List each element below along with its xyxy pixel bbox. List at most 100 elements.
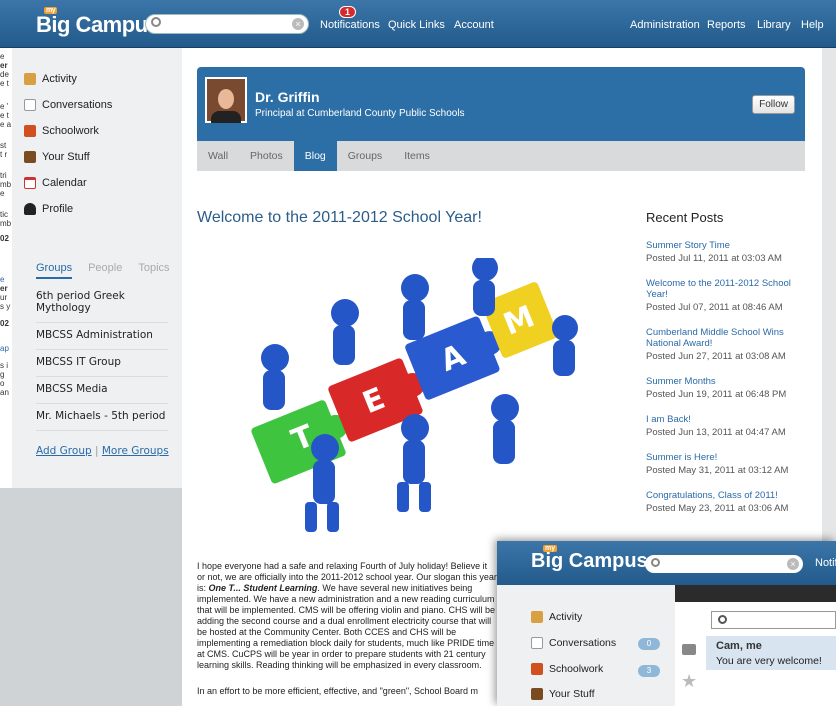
sidebar-item-profile[interactable]: Profile xyxy=(24,196,112,222)
tab-wall[interactable]: Wall xyxy=(197,141,239,171)
conversation-item[interactable]: Cam, me You are very welcome! xyxy=(706,636,836,670)
list-item: Welcome to the 2011-2012 School Year! Pos… xyxy=(646,278,798,313)
nav-library[interactable]: Library xyxy=(757,19,791,31)
recent-post-date: Posted May 23, 2011 at 03:06 AM xyxy=(646,503,789,514)
nav-help[interactable]: Help xyxy=(801,19,824,31)
conversation-participants: Cam, me xyxy=(716,640,762,652)
list-item: Summer Story Time Posted Jul 11, 2011 at … xyxy=(646,240,798,264)
briefcase-icon xyxy=(531,688,543,700)
sidebar-item-your-stuff[interactable]: Your Stuff xyxy=(531,688,595,700)
tab-items[interactable]: Items xyxy=(393,141,441,171)
big-campus-logo[interactable]: my Big Campus xyxy=(36,7,160,38)
nav-administration[interactable]: Administration xyxy=(630,19,700,31)
nav-reports[interactable]: Reports xyxy=(707,19,746,31)
search-input[interactable]: × xyxy=(645,555,803,573)
group-item[interactable]: 6th period Greek Mythology xyxy=(36,284,168,323)
list-item: Cumberland Middle School Wins National A… xyxy=(646,327,798,362)
nav-quick-links[interactable]: Quick Links xyxy=(388,19,445,31)
background-window-fragment: e er de e t e ' e te a st t r tri mb e tic mb 02… xyxy=(0,48,12,488)
recent-post-date: Posted May 31, 2011 at 03:12 AM xyxy=(646,465,789,476)
group-links: Add Group | More Groups xyxy=(36,445,169,457)
conversation-search-input[interactable] xyxy=(711,611,836,629)
big-campus-logo[interactable]: my Big Campus xyxy=(531,545,648,573)
recent-post-link[interactable]: I am Back! xyxy=(646,414,798,425)
sidebar-item-your-stuff[interactable]: Your Stuff xyxy=(24,144,112,170)
profile-title: Principal at Cumberland County Public Sc… xyxy=(255,108,465,119)
recent-posts-heading: Recent Posts xyxy=(646,210,724,225)
post-body-paragraph: In an effort to be more efficient, effec… xyxy=(197,686,479,696)
group-item[interactable]: Mr. Michaels - 5th period xyxy=(36,404,168,431)
conversation-header-bar xyxy=(675,585,836,602)
search-input[interactable]: × xyxy=(145,14,309,34)
schoolwork-icon xyxy=(24,125,36,137)
group-item[interactable]: MBCSS IT Group xyxy=(36,350,168,377)
recent-posts-list: Summer Story Time Posted Jul 11, 2011 at … xyxy=(646,240,798,528)
recent-post-link[interactable]: Congratulations, Class of 2011! xyxy=(646,490,798,501)
tab-groups[interactable]: Groups xyxy=(337,141,393,171)
recent-post-date: Posted Jun 19, 2011 at 06:48 PM xyxy=(646,389,787,400)
recent-post-date: Posted Jun 27, 2011 at 03:08 AM xyxy=(646,351,786,362)
group-item[interactable]: MBCSS Media xyxy=(36,377,168,404)
recent-post-link[interactable]: Welcome to the 2011-2012 School Year! xyxy=(646,278,798,300)
sidebar-item-conversations[interactable]: Conversations xyxy=(531,637,616,649)
link-separator: | xyxy=(94,445,99,457)
logo-text: Big Campus xyxy=(36,12,160,37)
activity-icon xyxy=(24,73,36,85)
list-item: Summer is Here! Posted May 31, 2011 at 03… xyxy=(646,452,798,476)
search-icon xyxy=(151,17,161,27)
recent-post-link[interactable]: Summer is Here! xyxy=(646,452,798,463)
sidebar-item-schoolwork[interactable]: Schoolwork xyxy=(531,663,603,675)
nav-account[interactable]: Account xyxy=(454,19,494,31)
activity-icon xyxy=(531,611,543,623)
tab-groups[interactable]: Groups xyxy=(36,262,73,279)
notification-count-badge: 1 xyxy=(339,6,357,18)
clear-search-icon[interactable]: × xyxy=(787,558,799,570)
team-puzzle-image: T E A M xyxy=(251,258,578,532)
briefcase-icon xyxy=(24,151,36,163)
avatar[interactable] xyxy=(205,77,247,123)
sidebar-item-schoolwork[interactable]: Schoolwork xyxy=(24,118,112,144)
list-item: Summer Months Posted Jun 19, 2011 at 06:4… xyxy=(646,376,798,400)
tab-topics[interactable]: Topics xyxy=(138,262,169,279)
profile-name: Dr. Griffin xyxy=(255,89,320,105)
star-icon[interactable]: ★ xyxy=(681,671,697,692)
conversation-preview: You are very welcome! xyxy=(716,655,822,667)
add-group-link[interactable]: Add Group xyxy=(36,445,92,457)
recent-post-date: Posted Jul 07, 2011 at 08:46 AM xyxy=(646,302,783,313)
follow-button[interactable]: Follow xyxy=(752,95,795,114)
clear-search-icon[interactable]: × xyxy=(292,18,304,30)
nav-notifications[interactable]: Notifi xyxy=(815,557,836,569)
list-item: Congratulations, Class of 2011! Posted Ma… xyxy=(646,490,798,514)
profile-header: Dr. Griffin Principal at Cumberland Coun… xyxy=(197,67,805,141)
search-icon xyxy=(718,615,727,624)
search-icon xyxy=(651,558,660,567)
sidebar-item-conversations[interactable]: Conversations xyxy=(24,92,112,118)
group-tabs: Groups People Topics xyxy=(36,262,170,279)
sidebar-item-activity[interactable]: Activity xyxy=(531,611,582,623)
overlay-window: my Big Campus × Notifi Activity Conversa… xyxy=(497,541,836,706)
calendar-icon xyxy=(24,177,36,189)
sidebar-menu: Activity Conversations Schoolwork Your S… xyxy=(24,66,112,222)
sidebar-item-activity[interactable]: Activity xyxy=(24,66,112,92)
recent-post-date: Posted Jul 11, 2011 at 03:03 AM xyxy=(646,253,782,264)
schoolwork-icon xyxy=(531,663,543,675)
recent-post-date: Posted Jun 13, 2011 at 04:47 AM xyxy=(646,427,786,438)
group-list: 6th period Greek Mythology MBCSS Adminis… xyxy=(36,284,168,431)
post-title: Welcome to the 2011-2012 School Year! xyxy=(197,209,482,226)
conversations-count-badge: 0 xyxy=(638,638,660,650)
nav-notifications[interactable]: Notifications xyxy=(320,19,380,31)
tab-blog[interactable]: Blog xyxy=(293,141,337,171)
recent-post-link[interactable]: Summer Months xyxy=(646,376,798,387)
envelope-icon xyxy=(24,99,36,111)
sidebar-item-calendar[interactable]: Calendar xyxy=(24,170,112,196)
envelope-icon xyxy=(531,637,543,649)
group-item[interactable]: MBCSS Administration xyxy=(36,323,168,350)
more-groups-link[interactable]: More Groups xyxy=(102,445,169,457)
tab-people[interactable]: People xyxy=(88,262,122,279)
overlay-navbar: my Big Campus × Notifi xyxy=(497,541,836,585)
tab-photos[interactable]: Photos xyxy=(239,141,294,171)
post-body-paragraph: I hope everyone had a safe and relaxing … xyxy=(197,561,497,670)
recent-post-link[interactable]: Summer Story Time xyxy=(646,240,798,251)
recent-post-link[interactable]: Cumberland Middle School Wins National A… xyxy=(646,327,798,349)
inbox-icon[interactable] xyxy=(682,644,696,655)
